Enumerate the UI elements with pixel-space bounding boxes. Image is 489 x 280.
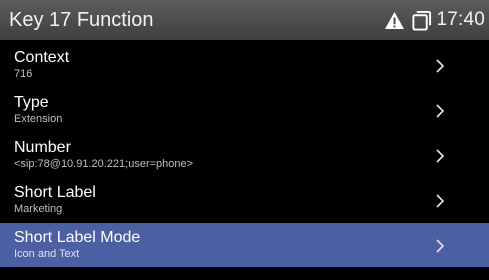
list-item-label: Short Label	[14, 184, 96, 201]
list-item-number[interactable]: Number <sip:78@10.91.20.221;user=phone>	[0, 133, 489, 177]
settings-list: Context 716 Type Extension Number <sip:7…	[0, 43, 489, 268]
list-item-context[interactable]: Context 716	[0, 43, 489, 87]
warning-icon[interactable]	[384, 11, 405, 30]
chevron-right-icon	[436, 104, 445, 118]
list-item-value: Marketing	[14, 203, 63, 215]
chevron-right-icon	[436, 59, 445, 73]
status-area: 17:40	[384, 6, 485, 34]
list-item-value: 716	[14, 68, 33, 80]
page-title: Key 17 Function	[9, 9, 154, 31]
copy-icon[interactable]	[411, 10, 432, 31]
title-bar: Key 17 Function 17:40	[0, 0, 489, 40]
list-item-label: Context	[14, 49, 70, 66]
chevron-right-icon	[436, 194, 445, 208]
clock: 17:40	[436, 9, 485, 30]
list-item-short-label[interactable]: Short Label Marketing	[0, 178, 489, 222]
chevron-right-icon	[436, 239, 445, 253]
list-item-label: Short Label Mode	[14, 229, 141, 246]
list-item-label: Number	[14, 139, 71, 156]
list-item-value: Icon and Text	[14, 248, 80, 260]
list-item-label: Type	[14, 94, 49, 111]
chevron-right-icon	[436, 149, 445, 163]
list-item-value: <sip:78@10.91.20.221;user=phone>	[14, 158, 194, 170]
list-item-value: Extension	[14, 113, 63, 125]
list-item-short-label-mode[interactable]: Short Label Mode Icon and Text	[0, 223, 489, 267]
list-item-type[interactable]: Type Extension	[0, 88, 489, 132]
